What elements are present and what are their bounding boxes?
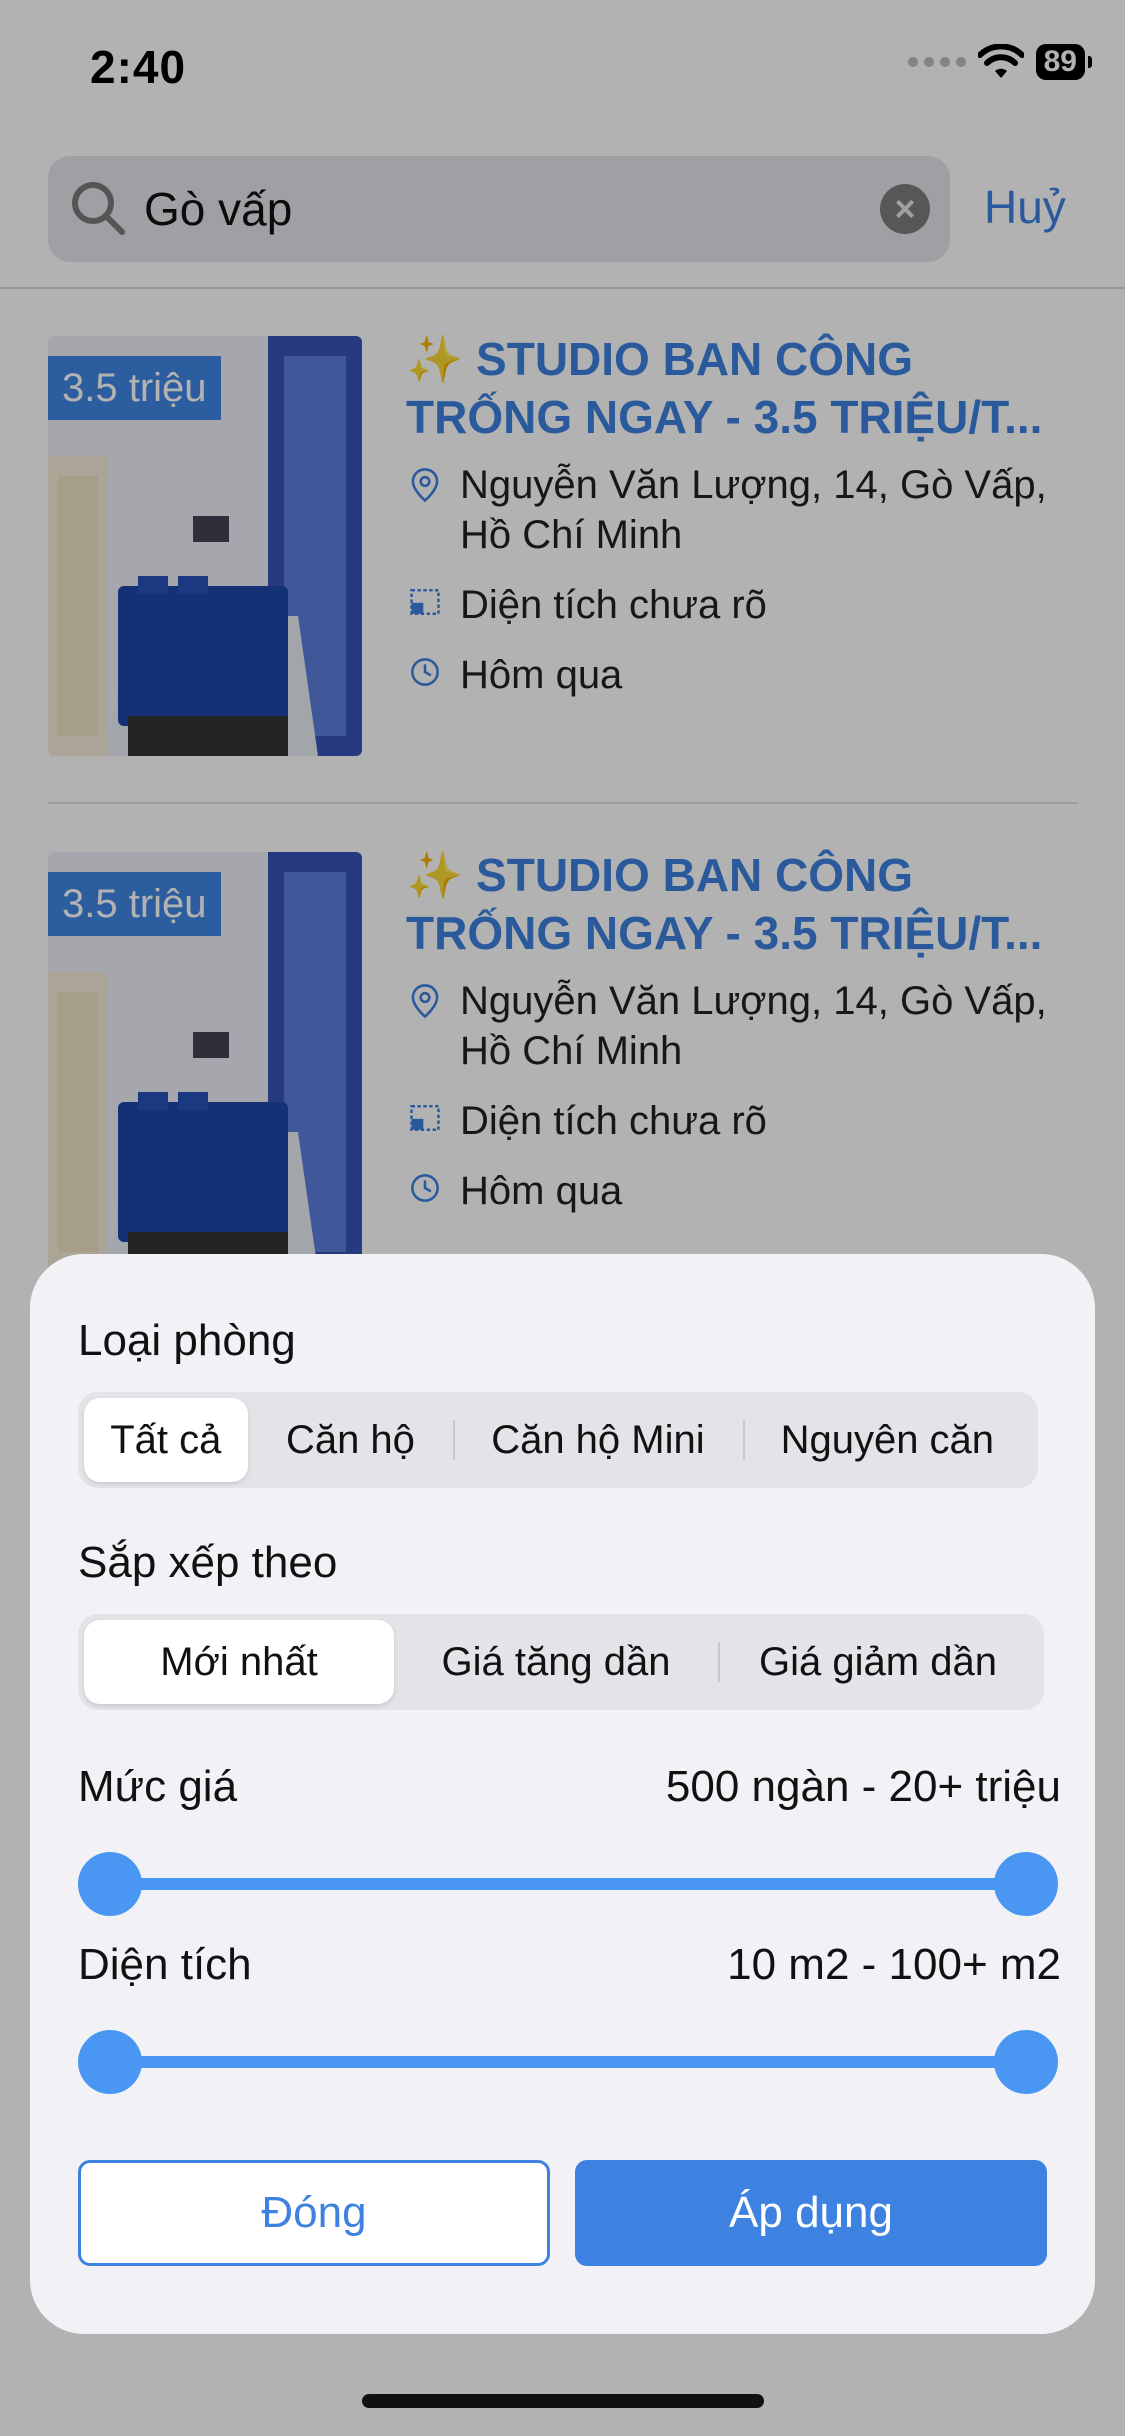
sort-segmented-control[interactable]: Mới nhất Giá tăng dần Giá giảm dần	[78, 1614, 1044, 1710]
segment-tat-ca[interactable]: Tất cả	[84, 1398, 248, 1482]
price-slider-track	[108, 1878, 1028, 1890]
area-label: Diện tích	[78, 1940, 252, 1989]
home-indicator[interactable]	[362, 2394, 764, 2408]
price-range-slider[interactable]	[78, 1852, 1058, 1916]
room-type-label: Loại phòng	[78, 1316, 296, 1365]
area-range-slider[interactable]	[78, 2030, 1058, 2094]
apply-button[interactable]: Áp dụng	[575, 2160, 1047, 2266]
sort-label: Sắp xếp theo	[78, 1538, 338, 1587]
price-min-handle[interactable]	[78, 1852, 142, 1916]
app-screen: 2:40 89 × Huỷ	[0, 0, 1125, 2436]
room-type-segmented-control[interactable]: Tất cả Căn hộ Căn hộ Mini Nguyên căn	[78, 1392, 1038, 1488]
segment-nguyen-can[interactable]: Nguyên căn	[742, 1398, 1032, 1482]
segment-can-ho[interactable]: Căn hộ	[248, 1398, 454, 1482]
price-range-value: 500 ngàn - 20+ triệu	[665, 1762, 1061, 1811]
close-button[interactable]: Đóng	[78, 2160, 550, 2266]
segment-gia-tang-dan[interactable]: Giá tăng dần	[394, 1620, 718, 1704]
segment-gia-giam-dan[interactable]: Giá giảm dần	[718, 1620, 1038, 1704]
area-slider-track	[108, 2056, 1028, 2068]
price-label: Mức giá	[78, 1762, 238, 1811]
price-max-handle[interactable]	[994, 1852, 1058, 1916]
area-max-handle[interactable]	[994, 2030, 1058, 2094]
segment-moi-nhat[interactable]: Mới nhất	[84, 1620, 394, 1704]
area-range-value: 10 m2 - 100+ m2	[727, 1940, 1061, 1989]
segment-can-ho-mini[interactable]: Căn hộ Mini	[453, 1398, 742, 1482]
area-min-handle[interactable]	[78, 2030, 142, 2094]
